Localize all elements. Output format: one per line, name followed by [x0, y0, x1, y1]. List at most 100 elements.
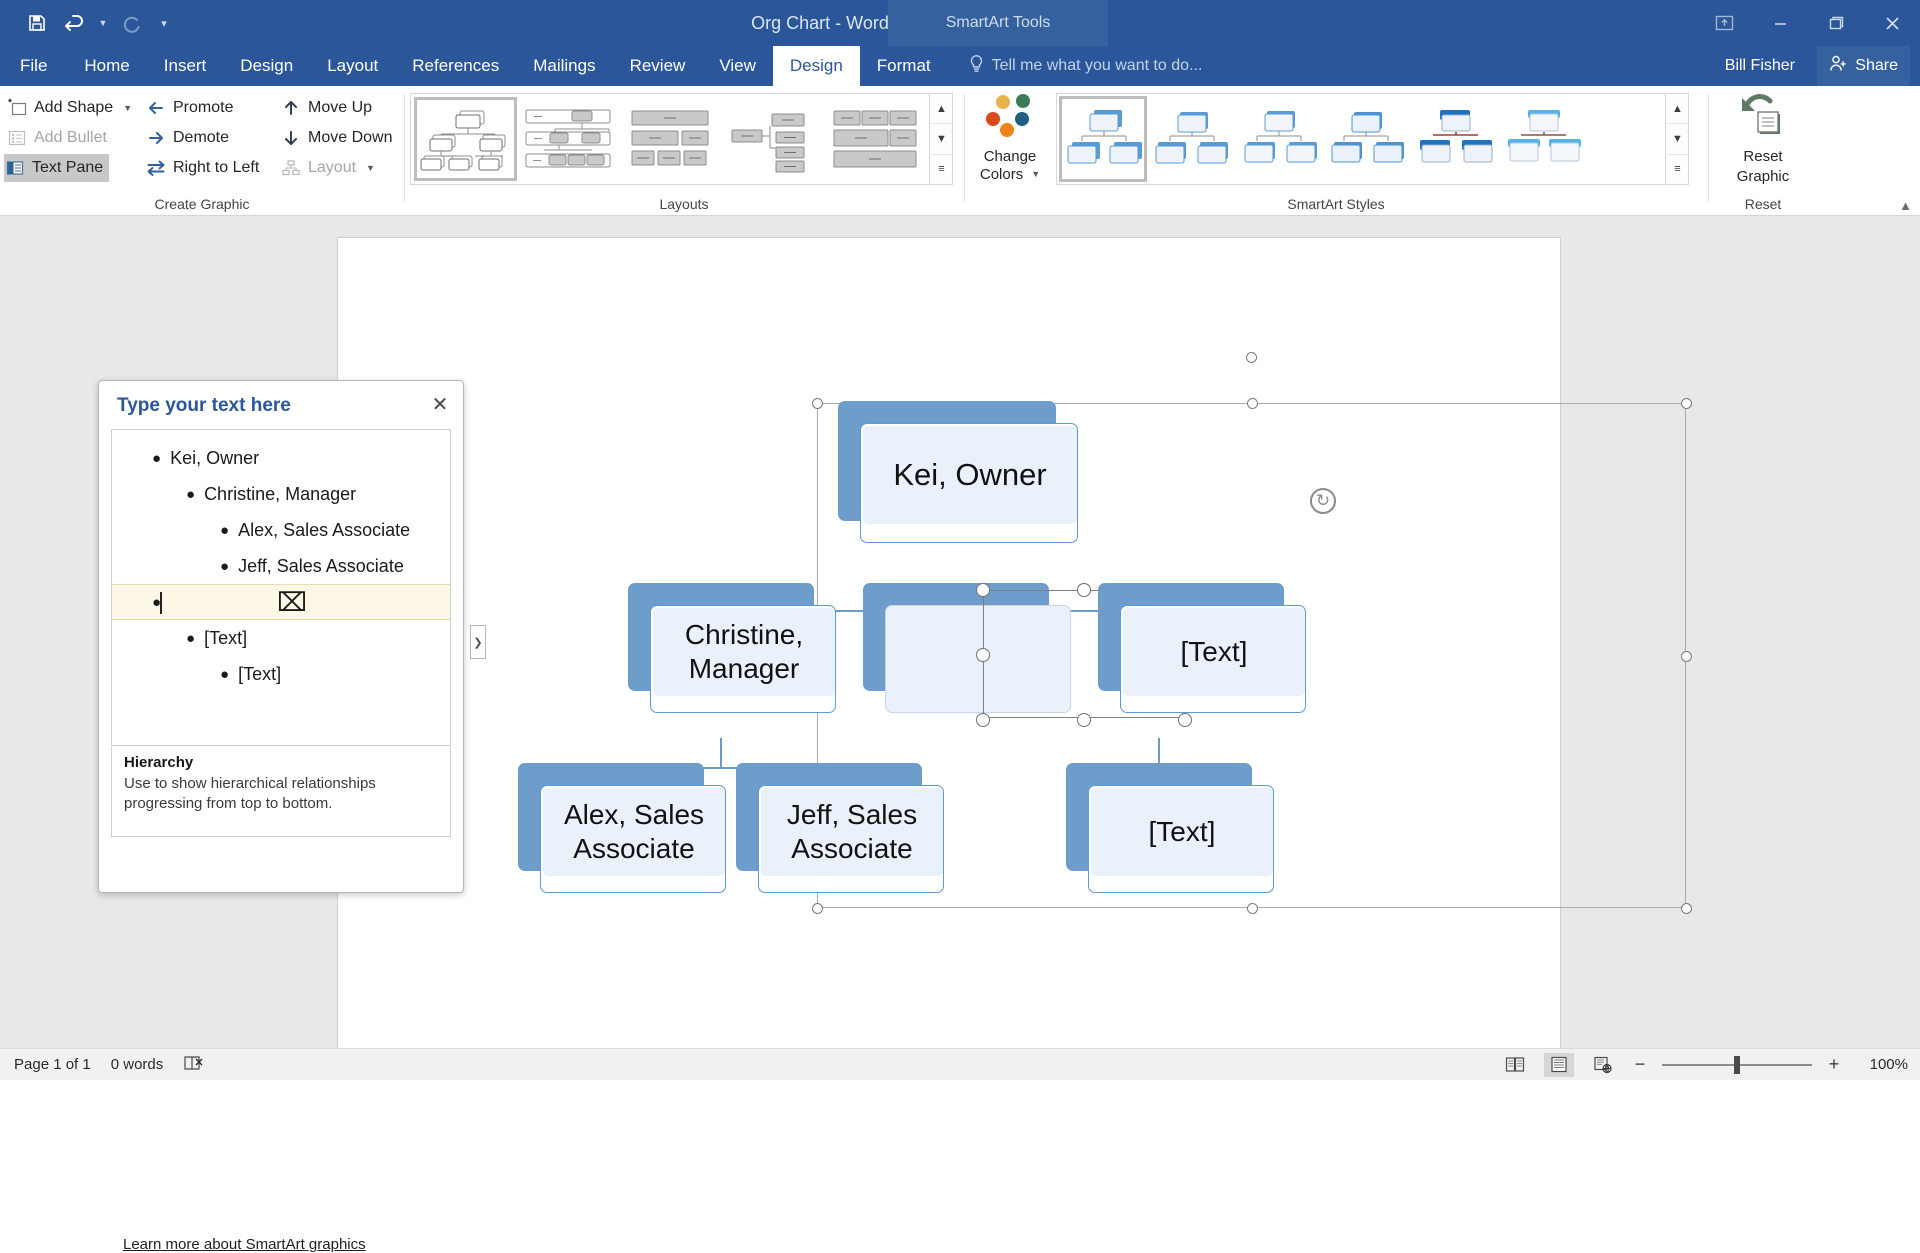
right-to-left-button[interactable]: Right to Left [145, 154, 259, 182]
text-pane-entry[interactable]: ● Alex, Sales Associate [112, 512, 450, 548]
text-pane-entry[interactable]: ● Christine, Manager [112, 476, 450, 512]
zoom-level[interactable]: 100% [1856, 1056, 1908, 1073]
promote-button[interactable]: Promote [145, 94, 233, 122]
org-node-card: Jeff, Sales Associate [758, 785, 944, 893]
tab-insert[interactable]: Insert [147, 46, 224, 86]
layouts-scroll-down-icon[interactable]: ▼ [931, 123, 952, 153]
tab-file[interactable]: File [0, 46, 67, 86]
text-pane-expander-icon[interactable]: ❯ [470, 625, 486, 659]
tab-review[interactable]: Review [613, 46, 703, 86]
tab-smartart-design[interactable]: Design [773, 46, 860, 86]
canvas-handle-se[interactable] [1681, 903, 1692, 914]
tell-me-search[interactable]: Tell me what you want to do... [948, 46, 1203, 86]
ribbon-display-options-icon[interactable] [1696, 3, 1752, 43]
smartart-style-thumb-subtle-effect[interactable] [1235, 96, 1323, 182]
zoom-in-button[interactable]: + [1826, 1054, 1842, 1075]
rotate-handle-icon[interactable]: ↻ [1310, 488, 1336, 514]
change-colors-button[interactable]: Change Colors ▼ [972, 92, 1048, 204]
tab-home[interactable]: Home [67, 46, 146, 86]
undo-dropdown-caret-icon[interactable]: ▼ [96, 6, 110, 40]
styles-more-icon[interactable]: ≡ [1667, 154, 1688, 184]
maximize-icon[interactable] [1808, 3, 1864, 43]
undo-icon[interactable] [58, 6, 92, 40]
tab-smartart-format[interactable]: Format [860, 46, 948, 86]
shape-handle-s[interactable] [1077, 713, 1091, 727]
learn-more-link[interactable]: Learn more about SmartArt graphics [123, 1236, 366, 1253]
text-pane-entry[interactable]: ● Kei, Owner [112, 440, 450, 476]
word-count[interactable]: 0 words [111, 1056, 164, 1073]
read-mode-icon[interactable] [1500, 1053, 1530, 1077]
shape-handle-sw[interactable] [976, 713, 990, 727]
tab-layout[interactable]: Layout [310, 46, 395, 86]
customize-quick-access-toolbar-icon[interactable]: ▾ [152, 6, 176, 40]
root-node-top-handle[interactable] [1246, 352, 1257, 363]
text-pane-close-icon[interactable]: ✕ [427, 391, 453, 417]
tab-design[interactable]: Design [223, 46, 310, 86]
text-pane-entry-list[interactable]: ● Kei, Owner ● Christine, Manager ● Alex… [111, 429, 451, 746]
close-icon[interactable] [1864, 3, 1920, 43]
minimize-icon[interactable] [1752, 3, 1808, 43]
shape-handle-nw[interactable] [976, 583, 990, 597]
smartart-styles-scrollbar[interactable]: ▲ ▼ ≡ [1667, 93, 1689, 185]
shape-handle-se[interactable] [1178, 713, 1192, 727]
tab-references[interactable]: References [395, 46, 516, 86]
text-pane-toggle[interactable]: Text Pane [4, 154, 109, 182]
smartart-style-thumb-intense-effect[interactable] [1411, 96, 1499, 182]
add-shape-caret-icon[interactable]: ▼ [123, 103, 132, 113]
styles-scroll-up-icon[interactable]: ▲ [1667, 94, 1688, 123]
layouts-scroll-up-icon[interactable]: ▲ [931, 94, 952, 123]
canvas-handle-e[interactable] [1681, 651, 1692, 662]
text-pane-entry-text: [Text] [238, 664, 281, 685]
demote-button[interactable]: Demote [145, 124, 229, 152]
description-heading: Hierarchy [124, 754, 438, 771]
web-layout-icon[interactable] [1588, 1053, 1618, 1077]
tab-view[interactable]: View [702, 46, 773, 86]
layouts-gallery-scrollbar[interactable]: ▲ ▼ ≡ [931, 93, 953, 185]
layout-thumb-organization-chart[interactable] [414, 97, 517, 181]
shape-handle-w[interactable] [976, 648, 990, 662]
proofing-errors-icon[interactable] [183, 1054, 205, 1076]
text-pane-entry[interactable]: ● [Text] [112, 656, 450, 692]
text-pane-entry-active[interactable]: ● ⌧ [111, 584, 451, 620]
page-indicator[interactable]: Page 1 of 1 [14, 1056, 91, 1073]
add-shape-button[interactable]: Add Shape ▼ [6, 94, 132, 122]
move-down-button[interactable]: Move Down [280, 124, 392, 152]
org-layout-icon [280, 157, 302, 179]
move-up-label: Move Up [308, 99, 372, 117]
layout-thumb-labeled-hierarchy[interactable] [721, 97, 823, 181]
move-up-button[interactable]: Move Up [280, 94, 372, 122]
canvas-handle-s[interactable] [1247, 903, 1258, 914]
status-bar: Page 1 of 1 0 words − + 100% [0, 1048, 1920, 1080]
canvas-handle-ne[interactable] [1681, 398, 1692, 409]
smartart-style-thumb-simple-fill[interactable] [1059, 96, 1147, 182]
zoom-slider-thumb[interactable] [1734, 1056, 1740, 1074]
smartart-style-thumb-polished[interactable] [1499, 96, 1587, 182]
smartart-style-thumb-white-outline[interactable] [1147, 96, 1235, 182]
layout-thumb-table-hierarchy[interactable] [824, 97, 926, 181]
shape-handle-n[interactable] [1077, 583, 1091, 597]
zoom-slider[interactable] [1662, 1056, 1812, 1074]
reset-graphic-button[interactable]: Reset Graphic [1716, 92, 1810, 204]
print-layout-icon[interactable] [1544, 1053, 1574, 1077]
share-button[interactable]: Share [1817, 46, 1910, 86]
collapse-ribbon-icon[interactable]: ▲ [1899, 198, 1912, 213]
text-pane-entry[interactable]: ● [Text] [112, 620, 450, 656]
styles-scroll-down-icon[interactable]: ▼ [1667, 123, 1688, 153]
layout-thumb-hierarchy[interactable] [619, 97, 721, 181]
smartart-style-thumb-moderate-effect[interactable] [1323, 96, 1411, 182]
canvas-handle-n[interactable] [1247, 398, 1258, 409]
smartart-text-pane[interactable]: Type your text here ✕ ● Kei, Owner ● Chr… [98, 380, 464, 893]
document-page[interactable]: Kei, Owner ↻ Christine, Manager [338, 238, 1560, 1058]
tab-mailings[interactable]: Mailings [516, 46, 612, 86]
account-name[interactable]: Bill Fisher [1725, 46, 1795, 86]
layout-thumb-name-and-title-org-chart[interactable] [517, 97, 619, 181]
text-pane-title: Type your text here [117, 395, 291, 417]
layouts-more-icon[interactable]: ≡ [931, 154, 952, 184]
canvas-handle-nw[interactable] [812, 398, 823, 409]
canvas-handle-sw[interactable] [812, 903, 823, 914]
text-pane-entry[interactable]: ● Jeff, Sales Associate [112, 548, 450, 584]
change-colors-caret-icon[interactable]: ▼ [1031, 169, 1040, 179]
status-bar-right: − + 100% [1500, 1053, 1908, 1077]
zoom-out-button[interactable]: − [1632, 1054, 1648, 1075]
save-icon[interactable] [20, 6, 54, 40]
